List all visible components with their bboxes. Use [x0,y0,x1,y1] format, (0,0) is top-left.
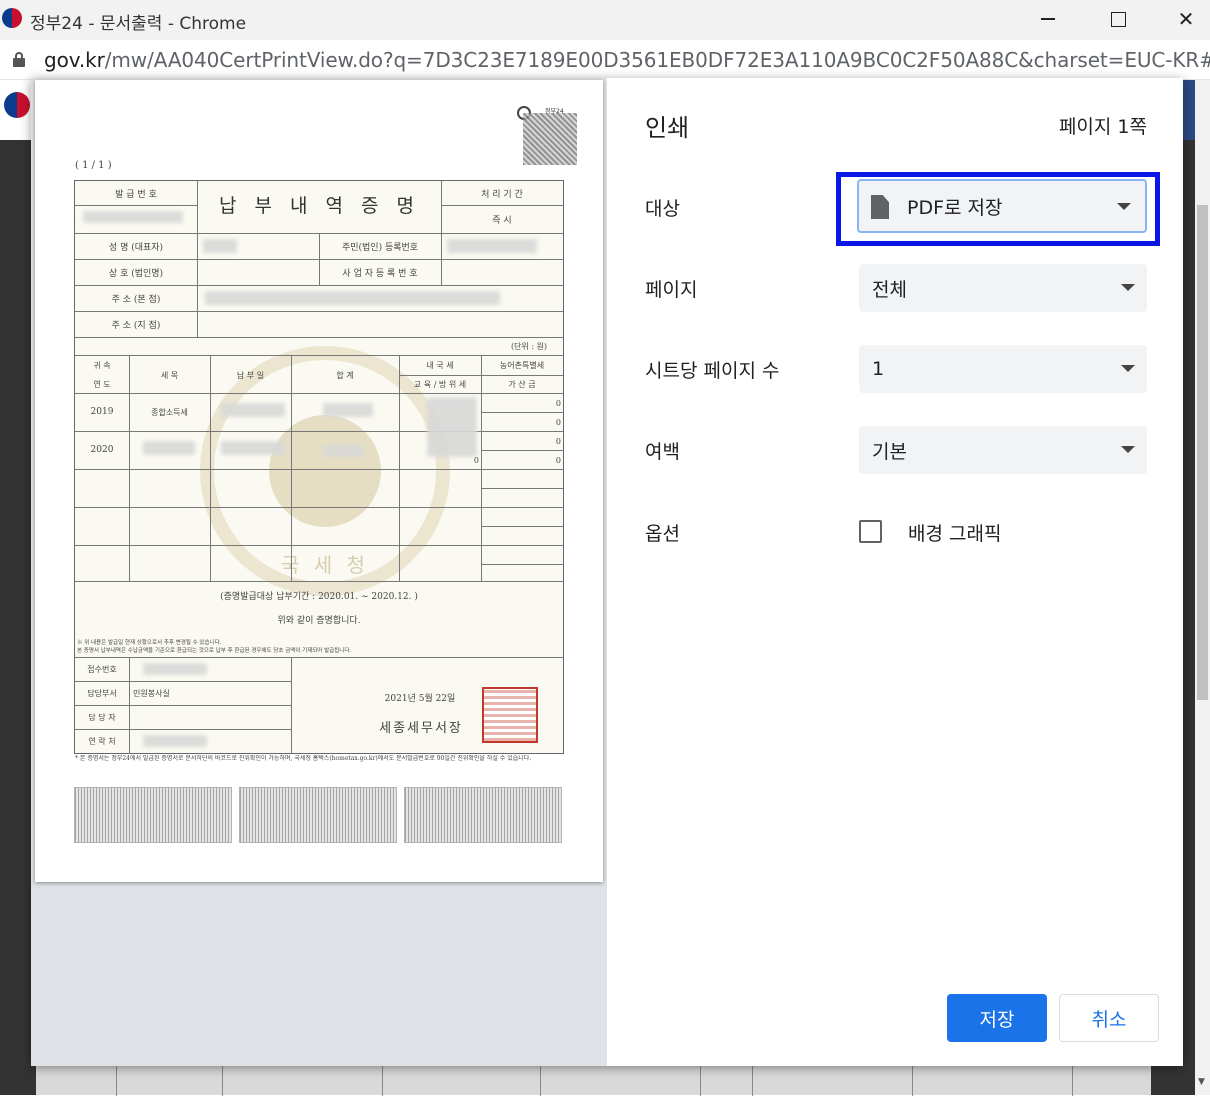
page-count: 페이지 1쪽 [1058,116,1147,138]
certificate-form: 국 세 청 발 급 번 호 납 부 내 역 증 명 처 리 기 간 즉 시 성 … [74,180,564,754]
background-graphics-label[interactable]: 배경 그래픽 [908,519,1001,546]
window-titlebar: 정부24 - 문서출력 - Chrome ✕ [0,0,1210,40]
footnote-text: * 본 증명서는 정부24에서 발급된 증명서로 문서하단의 바코드로 진위확인… [75,755,532,762]
chevron-down-icon [1121,365,1135,372]
options-label: 옵션 [645,523,680,545]
url-text[interactable]: gov.kr/mw/AA040CertPrintView.do?q=7D3C23… [44,48,1210,72]
pages-label: 페이지 [645,279,698,301]
barcode-2-icon [239,787,397,843]
company-label: 상 호 (법인명) [108,268,164,279]
cancel-button[interactable]: 취소 [1059,994,1159,1042]
save-button[interactable]: 저장 [947,994,1047,1042]
issuer-name: 세종세무서장 [379,720,463,736]
margins-select[interactable]: 기본 [859,426,1147,474]
col-year-2: 연 도 [93,379,111,389]
minimize-button[interactable] [1030,4,1066,34]
zero-3: 0 [555,436,561,446]
destination-label: 대상 [645,198,680,220]
address2-label: 주 소 (지 점) [111,320,161,331]
resident-no-label: 주민(법인) 등록번호 [341,242,419,253]
certify-text: 위와 같이 증명합니다. [277,615,361,626]
print-title: 인쇄 [645,114,690,142]
chevron-down-icon [1117,203,1131,210]
pages-per-sheet-select[interactable]: 1 [859,345,1147,393]
issue-no-label: 발 급 번 호 [115,189,157,200]
close-window-button[interactable]: ✕ [1168,4,1204,34]
col-pay-date: 납 부 일 [236,370,265,380]
chevron-down-icon [1121,446,1135,453]
col-rural-1: 농어촌특별세 [499,360,545,370]
barcode-1-icon [74,787,232,843]
page-indicator: ( 1 / 1 ) [75,160,112,171]
scrollbar-thumb[interactable] [1197,205,1208,700]
zero-2: 0 [555,417,561,427]
file-icon [871,195,889,219]
row-2-year: 2020 [90,445,114,455]
col-total: 합 계 [336,370,354,380]
row-1-year: 2019 [90,407,114,417]
print-settings-panel: 인쇄 페이지 1쪽 대상 PDF로 저장 페이지 전체 시트당 페이지 수 1 … [607,78,1183,1066]
col-national-1: 내 국 세 [426,360,454,370]
print-preview: 정부24 ( 1 / 1 ) 국 세 청 발 급 번 호 납 부 내 역 증 명… [31,78,607,1066]
period-text: (증명발급대상 납부기간 : 2020.01. ~ 2020.12. ) [220,591,418,602]
receipt-no-label: 접수번호 [87,664,117,674]
maximize-button[interactable] [1100,4,1136,34]
official-seal-icon [482,687,538,743]
watermark-text: 국 세 청 [281,552,369,577]
gov24-favicon-icon [2,8,22,28]
issue-date: 2021년 5월 22일 [384,693,456,704]
col-rural-2: 가 산 금 [508,379,536,389]
certificate-title: 납 부 내 역 증 명 [218,195,421,217]
zero-4: 0 [555,455,561,465]
url-path: /mw/AA040CertPrintView.do?q=7D3C23E7189E… [104,48,1210,72]
zero-5: 0 [473,455,479,465]
preview-page: 정부24 ( 1 / 1 ) 국 세 청 발 급 번 호 납 부 내 역 증 명… [35,80,603,882]
print-dialog: 정부24 ( 1 / 1 ) 국 세 청 발 급 번 호 납 부 내 역 증 명… [31,78,1183,1066]
scroll-down-icon[interactable]: ▼ [1198,1077,1205,1087]
page-scrollbar[interactable]: ▼ [1195,80,1210,1095]
pages-value: 전체 [872,278,907,301]
name-label: 성 명 (대표자) [108,242,164,253]
row-1-item: 종합소득세 [151,407,188,417]
background-table-strip [36,1065,1151,1096]
address-label: 주 소 (본 점) [111,294,161,305]
minimize-icon [1041,18,1055,20]
chevron-down-icon [1121,284,1135,291]
dept-value: 민원봉사실 [133,688,170,698]
col-tax-item: 세 목 [160,370,179,380]
destination-select[interactable]: PDF로 저장 [857,179,1147,233]
pages-select[interactable]: 전체 [859,264,1147,312]
business-no-label: 사 업 자 등 록 번 호 [342,268,418,279]
destination-value: PDF로 저장 [907,196,1003,219]
pages-per-sheet-value: 1 [872,358,885,380]
dept-label: 담당부서 [87,688,117,698]
background-graphics-checkbox[interactable] [859,520,882,543]
url-host: gov.kr [44,48,105,72]
gov24-logo-icon [4,92,30,118]
window-title: 정부24 - 문서출력 - Chrome [30,14,247,34]
unit-label: (단위 : 원) [510,341,548,351]
col-year-1: 귀 속 [93,360,111,370]
lock-icon [12,52,26,68]
processing-label: 처 리 기 간 [481,189,523,200]
processing-value: 즉 시 [492,215,512,226]
barcode-3-icon [404,787,562,843]
maximize-icon [1110,11,1126,27]
staff-label: 담 당 자 [88,712,116,722]
margins-label: 여백 [645,441,680,463]
col-national-2: 교 육 / 방 위 세 [413,379,467,389]
address-bar[interactable]: gov.kr/mw/AA040CertPrintView.do?q=7D3C23… [0,40,1210,80]
qr-code-icon [523,113,577,165]
close-icon: ✕ [1177,7,1195,31]
margins-value: 기본 [872,440,907,463]
note-2: 본 증명서 납부내역은 수납금액을 기준으로 환급되는 것으로 납부 후 환급된… [77,648,352,654]
contact-label: 연 락 처 [88,736,116,746]
zero-1: 0 [555,398,561,408]
pages-per-sheet-label: 시트당 페이지 수 [645,360,780,382]
